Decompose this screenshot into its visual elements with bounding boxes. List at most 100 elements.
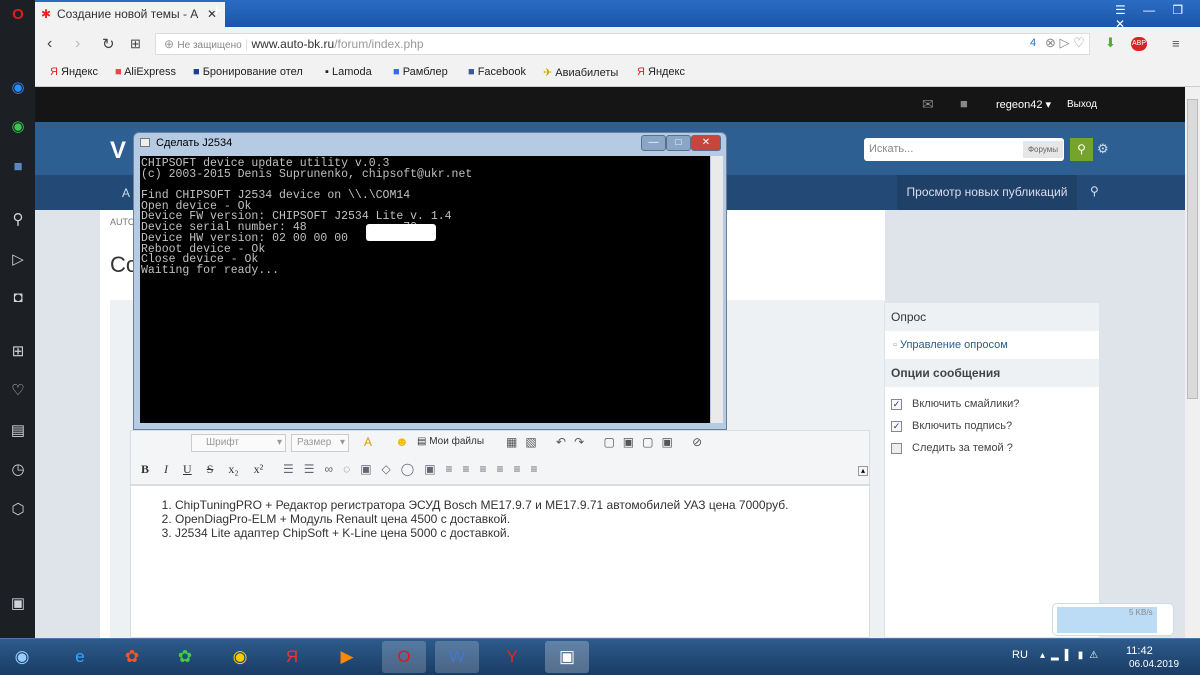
checkbox[interactable] <box>891 442 902 454</box>
poll-manage-link[interactable]: ▫ Управление опросом <box>885 331 1099 359</box>
taskbar-chrome[interactable]: ◉ <box>218 641 262 673</box>
adblock-count[interactable]: 4 <box>1030 37 1036 49</box>
page-scrollbar[interactable] <box>1185 87 1200 638</box>
forward-icon[interactable]: › <box>75 35 80 53</box>
post-sidebar: Опрос ▫ Управление опросом Опции сообщен… <box>884 302 1100 638</box>
whatsapp-icon[interactable]: ◉ <box>8 117 28 137</box>
format-buttons[interactable]: B I U S x₂ x² <box>141 462 263 477</box>
language-indicator[interactable]: RU <box>1012 649 1028 661</box>
font-color-icon[interactable]: A <box>364 435 372 449</box>
url-input[interactable]: ⊕ Не защищено | www.auto-bk.ru/forum/ind… <box>155 33 1090 55</box>
taskbar-yandex-browser[interactable]: Y <box>490 641 534 673</box>
favicon-icon: ✱ <box>41 7 52 21</box>
speed-dial-icon[interactable]: ⊞ <box>130 36 141 52</box>
search-button[interactable]: ⚲ <box>1070 138 1093 161</box>
tab-active[interactable]: ✱ Создание новой темы - A ✕ <box>35 2 225 27</box>
url-host: www.auto-bk.ru <box>251 37 335 51</box>
taskbar-console[interactable]: ▣ <box>545 641 589 673</box>
reload-icon[interactable]: ↻ <box>102 35 115 53</box>
editor-toolbar: Шрифт ▾ Размер ▾ A ☻ ▤ Мои файлы ▦▧ ↶↷ ▢▣▢… <box>130 430 870 485</box>
security-label: Не защищено <box>177 40 242 51</box>
bookmark-yandex-2[interactable]: Я Яндекс <box>637 66 685 78</box>
bookmark-booking[interactable]: ■ Бронирование отел <box>193 66 303 78</box>
window-title: Сделать J2534 <box>156 137 233 149</box>
clock-date[interactable]: 06.04.2019 <box>1129 659 1179 670</box>
tab-title: Создание новой темы - A <box>57 7 199 21</box>
vk-icon[interactable]: ■ <box>8 157 28 177</box>
maximize-button[interactable]: □ <box>666 135 691 151</box>
apps-icon[interactable]: ⊞ <box>8 342 28 362</box>
console-window[interactable]: Сделать J2534 — □ ✕ CHIPSOFT device upda… <box>133 132 727 430</box>
bookmark-heart-icon[interactable]: ⊗ ▷ ♡ <box>1045 35 1085 51</box>
globe-icon: ⊕ <box>164 37 178 51</box>
taskbar-player[interactable]: ▶ <box>325 641 369 673</box>
scrollbar-thumb[interactable] <box>1187 99 1198 399</box>
camera-icon[interactable]: ◘ <box>8 288 28 308</box>
sidebar-toggle-icon[interactable]: ▣ <box>8 594 28 614</box>
user-menu[interactable]: regeon42 ▾ <box>996 98 1051 111</box>
console-output[interactable]: CHIPSOFT device update utility v.0.3 (c) … <box>140 156 710 423</box>
bookmark-lamoda[interactable]: ▪ Lamoda <box>325 66 372 78</box>
messenger-icon[interactable]: ◉ <box>8 78 28 98</box>
clock-time[interactable]: 11:42 <box>1126 645 1153 657</box>
taskbar-word[interactable]: W <box>435 641 479 673</box>
logout-link[interactable]: Выход <box>1067 99 1097 110</box>
bookmark-avia[interactable]: ✈ Авиабилеты <box>543 66 618 79</box>
list-align-icons[interactable]: ☰☰∞◌▣◇◯▣≡≡≡≡≡≡ <box>283 462 548 476</box>
download-icon[interactable]: ⬇ <box>1105 35 1116 51</box>
toolbar-icons-row1[interactable]: ▦▧ ↶↷ ▢▣▢▣ ⊘ <box>506 435 710 449</box>
breadcrumb[interactable]: AUTO <box>110 217 135 227</box>
extensions-icon[interactable]: ⬡ <box>8 500 28 520</box>
nav-new-posts[interactable]: Просмотр новых публикаций <box>897 175 1077 210</box>
option-smilies[interactable]: ✓ Включить смайлики? <box>891 393 1093 415</box>
bookmark-facebook[interactable]: ■ Facebook <box>468 66 526 78</box>
my-files-button[interactable]: ▤ Мои файлы <box>417 436 484 447</box>
search-settings-icon[interactable]: ⚙ <box>1097 141 1109 157</box>
adblock-icon[interactable]: ABP <box>1131 37 1147 51</box>
emoticon-icon[interactable]: ☻ <box>395 434 409 449</box>
history-icon[interactable]: ◷ <box>8 460 28 480</box>
messages-icon[interactable]: ✉ <box>922 96 934 113</box>
taskbar-app[interactable]: ✿ <box>110 641 154 673</box>
console-line: (c) 2003-2015 Denis Suprunenko, chipsoft… <box>141 167 473 181</box>
opera-logo-icon[interactable]: O <box>8 5 28 25</box>
opera-sidebar: O ◉ ◉ ■ ⚲ ▷ ◘ ⊞ ♡ ▤ ◷ ⬡ ▣ <box>0 0 35 638</box>
close-button[interactable]: ✕ <box>691 135 721 151</box>
list-item: ChipTuningPRO + Редактор регистратора ЭС… <box>175 498 869 512</box>
console-line: Waiting for ready... <box>141 263 280 277</box>
start-button[interactable]: ◉ <box>0 641 44 673</box>
minimize-button[interactable]: — <box>641 135 666 151</box>
news-icon[interactable]: ▤ <box>8 421 28 441</box>
bookmark-aliexpress[interactable]: ■ AliExpress <box>115 66 176 78</box>
taskbar-opera[interactable]: O <box>382 641 426 673</box>
send-icon[interactable]: ▷ <box>8 250 28 270</box>
console-scrollbar[interactable] <box>711 156 723 423</box>
heart-icon[interactable]: ♡ <box>8 381 28 401</box>
search-scope[interactable]: Форумы <box>1023 141 1063 158</box>
poll-header: Опрос <box>885 303 1099 331</box>
option-follow[interactable]: Следить за темой ? <box>891 437 1093 459</box>
bookmark-yandex[interactable]: Я Яндекс <box>50 66 98 78</box>
font-select[interactable]: Шрифт ▾ <box>191 434 286 452</box>
options-header: Опции сообщения <box>885 359 1099 387</box>
collapse-icon[interactable]: ▴ <box>858 466 868 476</box>
option-signature[interactable]: ✓ Включить подпись? <box>891 415 1093 437</box>
search-icon[interactable]: ⚲ <box>8 210 28 230</box>
taskbar-yandex[interactable]: Я <box>270 641 314 673</box>
taskbar-ie[interactable]: e <box>58 641 102 673</box>
editor-content[interactable]: ChipTuningPRO + Редактор регистратора ЭС… <box>130 485 870 638</box>
nav-item[interactable]: A <box>122 186 130 200</box>
new-tab-icon[interactable]: + <box>212 3 221 21</box>
download-widget[interactable]: 5 KB/s <box>1052 603 1174 636</box>
notifications-icon[interactable]: ■ <box>960 96 968 111</box>
back-icon[interactable]: ‹ <box>47 35 52 53</box>
menu-icon[interactable]: ≡ <box>1172 36 1180 51</box>
redaction-mark <box>366 224 436 241</box>
checkbox[interactable]: ✓ <box>891 420 902 432</box>
taskbar-app[interactable]: ✿ <box>163 641 207 673</box>
checkbox[interactable]: ✓ <box>891 398 902 410</box>
location-icon[interactable]: ⚲ <box>1090 184 1099 198</box>
tray-icons[interactable]: ▴▂▌▮⚠ <box>1040 650 1104 661</box>
bookmark-rambler[interactable]: ■ Рамблер <box>393 66 448 78</box>
size-select[interactable]: Размер ▾ <box>291 434 349 452</box>
